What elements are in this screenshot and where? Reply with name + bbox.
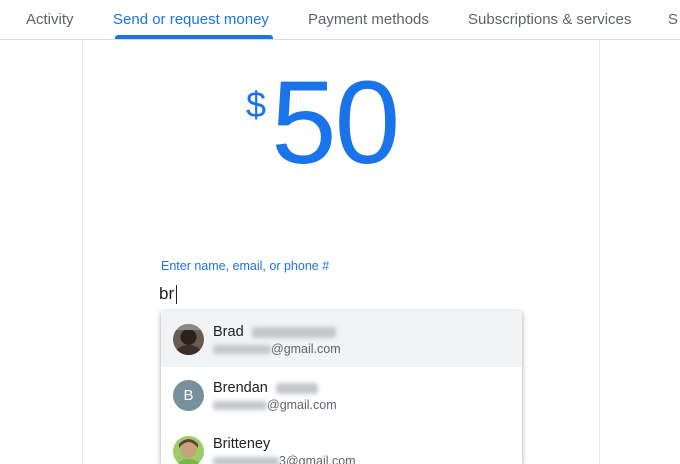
contact-avatar: B [173, 380, 204, 411]
top-tab-bar: Activity Send or request money Payment m… [0, 0, 680, 40]
redacted-email-user [213, 401, 267, 411]
contact-suggestions-dropdown: Brad @gmail.com B Brendan @gmail.com Bri… [161, 311, 522, 464]
contact-avatar [173, 436, 204, 464]
text-caret [176, 285, 177, 304]
tab-activity[interactable]: Activity [26, 0, 74, 40]
suggestion-item[interactable]: Britteney 3@gmail.com [161, 423, 522, 464]
contact-email: @gmail.com [213, 342, 341, 356]
contact-name: Brendan [213, 380, 318, 396]
recipient-field-label: Enter name, email, or phone # [161, 259, 330, 273]
redacted-surname [275, 382, 318, 394]
profile-photo-icon [173, 436, 204, 464]
currency-symbol: $ [246, 84, 267, 125]
contact-email: 3@gmail.com [213, 454, 356, 464]
active-tab-indicator [115, 35, 273, 39]
redacted-email-user [213, 345, 271, 355]
tab-subscriptions-services[interactable]: Subscriptions & services [468, 0, 631, 40]
amount-value[interactable]: 50 [271, 64, 400, 182]
tab-overflow[interactable]: S [668, 0, 680, 40]
tab-send-or-request-money[interactable]: Send or request money [113, 0, 269, 40]
profile-photo-icon [173, 324, 204, 355]
recipient-input[interactable] [159, 282, 519, 306]
redacted-surname [251, 326, 336, 338]
contact-name: Brad [213, 324, 336, 340]
suggestion-item[interactable]: B Brendan @gmail.com [161, 367, 522, 423]
contact-avatar [173, 324, 204, 355]
redacted-email-user [213, 457, 279, 464]
contact-name: Britteney [213, 436, 271, 452]
suggestion-item[interactable]: Brad @gmail.com [161, 311, 522, 367]
tab-payment-methods[interactable]: Payment methods [308, 0, 429, 40]
contact-email: @gmail.com [213, 398, 337, 412]
